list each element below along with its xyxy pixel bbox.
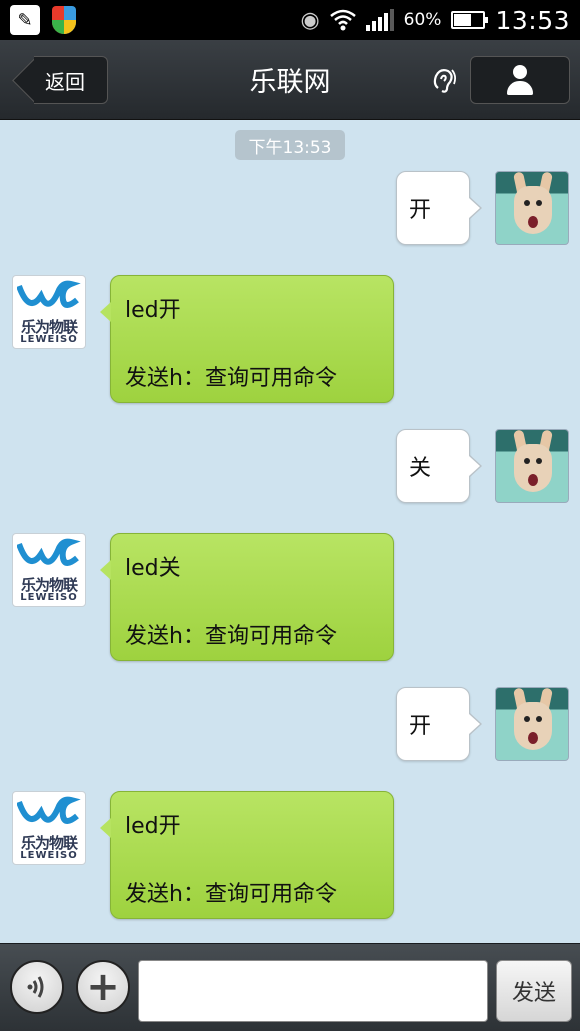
outgoing-message-bubble[interactable]: 开 (396, 171, 482, 245)
title-bar: 返回 乐联网 (0, 40, 580, 120)
message-line-2: 发送h：查询可用命令 (125, 366, 337, 391)
voice-icon (27, 976, 44, 998)
send-button[interactable]: 发送 (496, 960, 572, 1022)
person-icon (505, 65, 535, 95)
message-line-2: 发送h：查询可用命令 (125, 624, 337, 649)
message-line-2: 发送h：查询可用命令 (125, 882, 337, 907)
battery-percent: 60% (403, 10, 442, 30)
notes-icon: ✎ (10, 5, 40, 35)
message-text: 开 (409, 714, 432, 739)
message-line-1: led关 (125, 556, 181, 581)
plus-icon: + (86, 964, 120, 1010)
message-text: 关 (409, 456, 432, 481)
plus-button[interactable]: + (76, 960, 130, 1014)
signal-icon (365, 9, 394, 31)
message-line-1: led开 (125, 298, 181, 323)
message-text: 开 (409, 198, 432, 223)
input-bar: + 发送 (0, 943, 580, 1031)
bot-avatar[interactable]: 乐为物联 LEWEISO (12, 275, 86, 349)
eye-icon: ◉ (300, 7, 320, 33)
bot-avatar[interactable]: 乐为物联 LEWEISO (12, 791, 86, 865)
ear-icon[interactable] (430, 66, 458, 94)
timestamp-badge: 下午13:53 (235, 130, 345, 160)
message-input[interactable] (138, 960, 488, 1022)
my-avatar[interactable] (495, 687, 569, 761)
shield-icon (52, 6, 76, 34)
outgoing-message-bubble[interactable]: 关 (396, 429, 482, 503)
outgoing-message-bubble[interactable]: 开 (396, 687, 482, 761)
incoming-message-bubble[interactable]: led开 发送h：查询可用命令 (100, 791, 394, 919)
my-avatar[interactable] (495, 429, 569, 503)
battery-icon (451, 11, 489, 29)
wifi-icon (329, 9, 356, 31)
incoming-message-bubble[interactable]: led开 发送h：查询可用命令 (100, 275, 394, 403)
voice-button[interactable] (10, 960, 64, 1014)
clock: 13:53 (495, 5, 570, 35)
my-avatar[interactable] (495, 171, 569, 245)
status-bar: ✎ ◉ 60% 13:53 (0, 0, 580, 40)
incoming-message-bubble[interactable]: led关 发送h：查询可用命令 (100, 533, 394, 661)
chat-area[interactable]: 下午13:53 开 乐为物联 LEWEISO led开 发送h：查询可用命令 关… (0, 121, 580, 943)
bot-avatar[interactable]: 乐为物联 LEWEISO (12, 533, 86, 607)
message-line-1: led开 (125, 814, 181, 839)
profile-button[interactable] (470, 56, 570, 104)
back-button-label: 返回 (45, 69, 85, 94)
